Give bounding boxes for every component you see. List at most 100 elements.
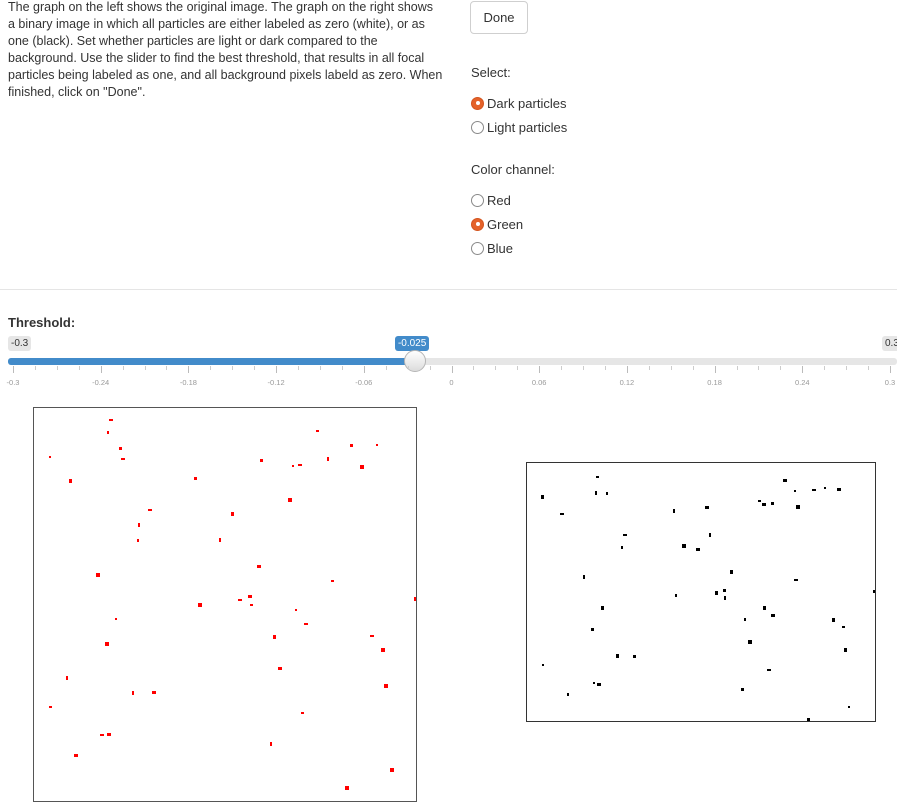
- particle-black: [633, 655, 636, 658]
- slider-minor-tick: [298, 366, 300, 370]
- particle-black: [771, 614, 775, 617]
- particle-red: [270, 742, 272, 746]
- slider-minor-tick: [736, 366, 738, 370]
- particle-red: [331, 580, 334, 582]
- particle-red: [66, 676, 68, 680]
- particle-black: [837, 488, 841, 491]
- particle-black: [767, 669, 771, 671]
- radio-red-label: Red: [487, 192, 511, 208]
- radio-unchecked-icon: [471, 241, 484, 255]
- particle-black: [705, 506, 709, 509]
- particle-black: [596, 476, 599, 478]
- particle-red: [260, 459, 263, 462]
- radio-light-particles[interactable]: Light particles: [471, 118, 567, 136]
- particle-black: [696, 548, 700, 551]
- particle-red: [198, 603, 202, 607]
- particle-red: [273, 635, 276, 639]
- done-button[interactable]: Done: [470, 1, 528, 34]
- particle-red: [100, 734, 104, 736]
- radio-unchecked-icon: [471, 120, 484, 134]
- particle-black: [595, 491, 597, 495]
- slider-tick: [363, 366, 365, 373]
- binary-particles-image: [541, 476, 875, 721]
- particle-black: [623, 534, 627, 536]
- particle-red: [238, 599, 242, 601]
- particle-black: [606, 492, 608, 495]
- particle-black: [709, 533, 711, 537]
- radio-green[interactable]: Green: [471, 215, 523, 233]
- slider-ticks: -0.3 -0.24 -0.18 -0.12 -0.06 0 0.06 0.12 0.18 0.2…: [0, 366, 897, 398]
- radio-blue-label: Blue: [487, 240, 514, 256]
- color-channel-label: Color channel:: [471, 162, 555, 177]
- particle-red: [292, 465, 294, 467]
- slider-tick-label: 0.18: [707, 378, 722, 387]
- slider-minor-tick: [495, 366, 497, 370]
- slider-minor-tick: [429, 366, 431, 370]
- slider-fill: [8, 358, 415, 365]
- slider-minor-tick: [78, 366, 80, 370]
- slider-min-badge: -0.3: [8, 336, 32, 351]
- slider-minor-tick: [144, 366, 146, 370]
- slider-tick: [188, 366, 190, 373]
- particle-black: [748, 640, 752, 644]
- slider-minor-tick: [604, 366, 606, 370]
- particle-red: [250, 604, 253, 606]
- slider-tick: [802, 366, 804, 373]
- particle-red: [107, 431, 109, 434]
- particle-red: [390, 768, 394, 772]
- particle-black: [673, 509, 675, 513]
- slider-tick-label: -0.3: [6, 378, 20, 387]
- particle-black: [873, 590, 875, 593]
- slider-minor-tick: [232, 366, 234, 370]
- slider-tick: [626, 366, 628, 373]
- particle-red: [105, 642, 109, 646]
- slider-minor-tick: [407, 366, 409, 370]
- slider-value-badge: -0.025: [394, 336, 430, 351]
- particle-red: [231, 512, 234, 516]
- slider-minor-tick: [122, 366, 124, 370]
- slider-minor-tick: [319, 366, 321, 370]
- particle-red: [360, 465, 364, 469]
- particle-red: [219, 538, 221, 542]
- slider-tick-label: 0.12: [619, 378, 635, 387]
- radio-red[interactable]: Red: [471, 191, 511, 209]
- original-image-plot: [33, 407, 417, 802]
- slider-minor-tick: [583, 366, 585, 370]
- particle-red: [345, 786, 349, 790]
- slider-tick: [539, 366, 541, 373]
- particle-red: [138, 523, 140, 527]
- slider-tick-label: 0.06: [531, 378, 547, 387]
- particle-red: [301, 712, 304, 714]
- particle-red: [381, 648, 385, 652]
- radio-light-particles-label: Light particles: [487, 119, 568, 135]
- particle-black: [844, 648, 847, 652]
- particle-black: [675, 594, 677, 597]
- radio-green-label: Green: [487, 216, 524, 232]
- slider-minor-tick: [824, 366, 826, 370]
- slider-minor-tick: [34, 366, 36, 370]
- particle-red: [414, 597, 416, 601]
- slider-tick: [100, 366, 102, 373]
- radio-dark-particles[interactable]: Dark particles: [471, 94, 566, 112]
- particle-black: [682, 544, 686, 548]
- radio-checked-icon: [471, 217, 484, 231]
- particle-black: [807, 718, 810, 721]
- slider-minor-tick: [670, 366, 672, 370]
- particle-black: [715, 591, 718, 595]
- particle-black: [616, 654, 619, 658]
- particle-red: [298, 464, 302, 466]
- particle-red: [107, 733, 111, 736]
- particle-black: [723, 589, 726, 592]
- slider-tick: [890, 366, 891, 373]
- radio-blue[interactable]: Blue: [471, 239, 513, 257]
- slider-tick-label: -0.12: [267, 378, 285, 387]
- particle-red: [49, 706, 52, 708]
- particle-red: [194, 477, 197, 480]
- particle-red: [278, 667, 282, 670]
- slider-minor-tick: [56, 366, 58, 370]
- particle-black: [796, 505, 800, 509]
- slider-minor-tick: [648, 366, 650, 370]
- slider-tick-label: 0.3: [884, 378, 896, 387]
- instructions-text: The graph on the left shows the original…: [8, 0, 443, 99]
- particle-black: [560, 513, 564, 515]
